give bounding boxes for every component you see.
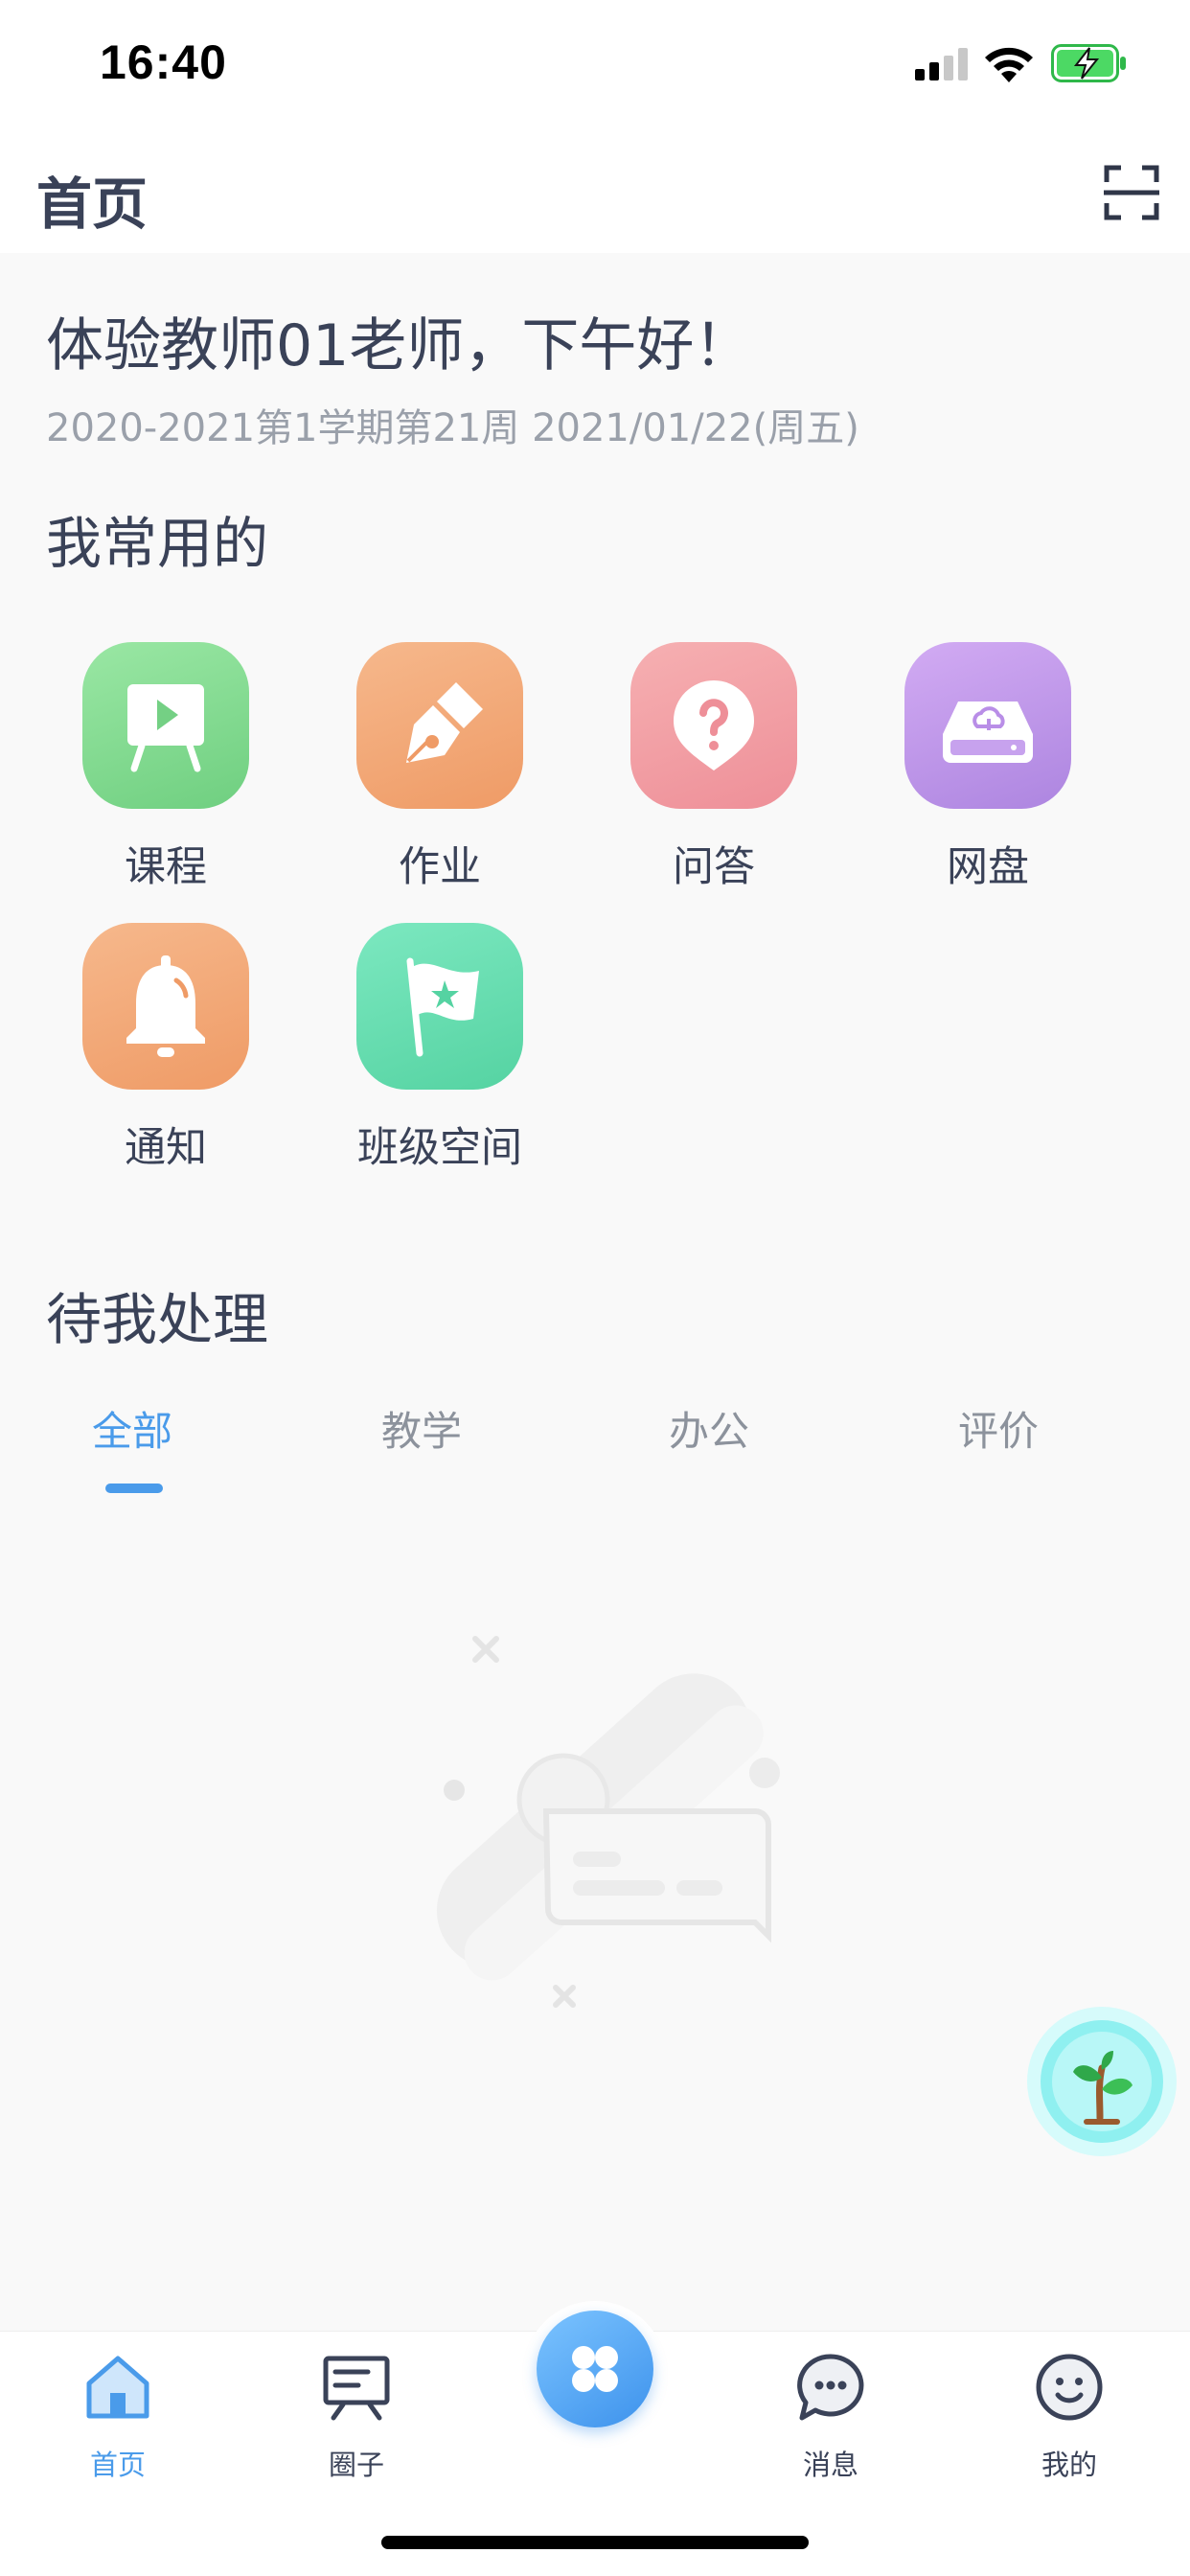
tab-teaching[interactable]: 教学	[326, 1399, 517, 1458]
navigation-header: 首页	[0, 126, 1190, 253]
tab-home-label: 首页	[89, 2449, 146, 2481]
section-title-frequent: 我常用的	[46, 511, 269, 576]
battery-charging-icon	[1051, 44, 1126, 82]
section-title-todo: 待我处理	[46, 1287, 269, 1352]
empty-state-illustration	[436, 1636, 780, 2008]
app-label: 通知	[125, 1124, 207, 1172]
app-label: 网盘	[947, 843, 1029, 891]
app-qa[interactable]: 问答	[589, 642, 838, 901]
cloud-drive-icon	[904, 642, 1071, 809]
page-title: 首页	[36, 172, 149, 237]
question-icon	[630, 642, 797, 809]
app-label: 问答	[673, 843, 755, 891]
tab-profile-label: 我的	[1041, 2449, 1097, 2481]
status-bar: 16:40	[0, 0, 1190, 126]
app-class-space[interactable]: 班级空间	[315, 923, 564, 1182]
home-icon	[86, 2356, 149, 2419]
app-notification[interactable]: 通知	[41, 923, 290, 1182]
course-icon	[82, 642, 249, 809]
tab-office[interactable]: 办公	[613, 1399, 805, 1458]
scan-icon[interactable]	[1104, 165, 1159, 220]
tab-home[interactable]: 首页	[41, 2351, 195, 2495]
app-label: 课程	[125, 843, 207, 891]
status-time: 16:40	[100, 35, 227, 89]
tab-profile[interactable]: 我的	[993, 2351, 1146, 2495]
circle-board-icon	[323, 2356, 390, 2421]
homework-pen-icon	[356, 642, 523, 809]
semester-date: 2020-2021第1学期第21周 2021/01/22(周五)	[46, 406, 859, 450]
greeting-text: 体验教师01老师，下午好！	[46, 312, 752, 380]
signal-icon	[915, 48, 968, 80]
app-cloud-drive[interactable]: 网盘	[863, 642, 1112, 901]
wifi-icon	[985, 47, 1033, 82]
tab-active-indicator	[105, 1484, 163, 1493]
tab-messages-label: 消息	[802, 2449, 858, 2481]
home-indicator	[381, 2536, 809, 2549]
class-flag-icon	[356, 923, 523, 1090]
app-label: 作业	[399, 843, 481, 891]
todo-tabs: 全部 教学 办公 评价	[0, 1380, 1190, 1505]
app-label: 班级空间	[357, 1124, 522, 1172]
tab-circle-label: 圈子	[328, 2449, 384, 2481]
message-bubble-icon	[797, 2354, 864, 2421]
plant-sprout-icon[interactable]	[1025, 2005, 1179, 2158]
tab-messages[interactable]: 消息	[754, 2351, 907, 2495]
apps-grid-icon	[572, 2346, 618, 2392]
app-homework[interactable]: 作业	[315, 642, 564, 901]
apps-grid-button[interactable]	[537, 2311, 653, 2427]
profile-smile-icon	[1036, 2354, 1103, 2421]
tab-all[interactable]: 全部	[36, 1399, 228, 1458]
tab-circle[interactable]: 圈子	[280, 2351, 433, 2495]
tab-evaluation[interactable]: 评价	[903, 1399, 1094, 1458]
app-course[interactable]: 课程	[41, 642, 290, 901]
notification-bell-icon	[82, 923, 249, 1090]
